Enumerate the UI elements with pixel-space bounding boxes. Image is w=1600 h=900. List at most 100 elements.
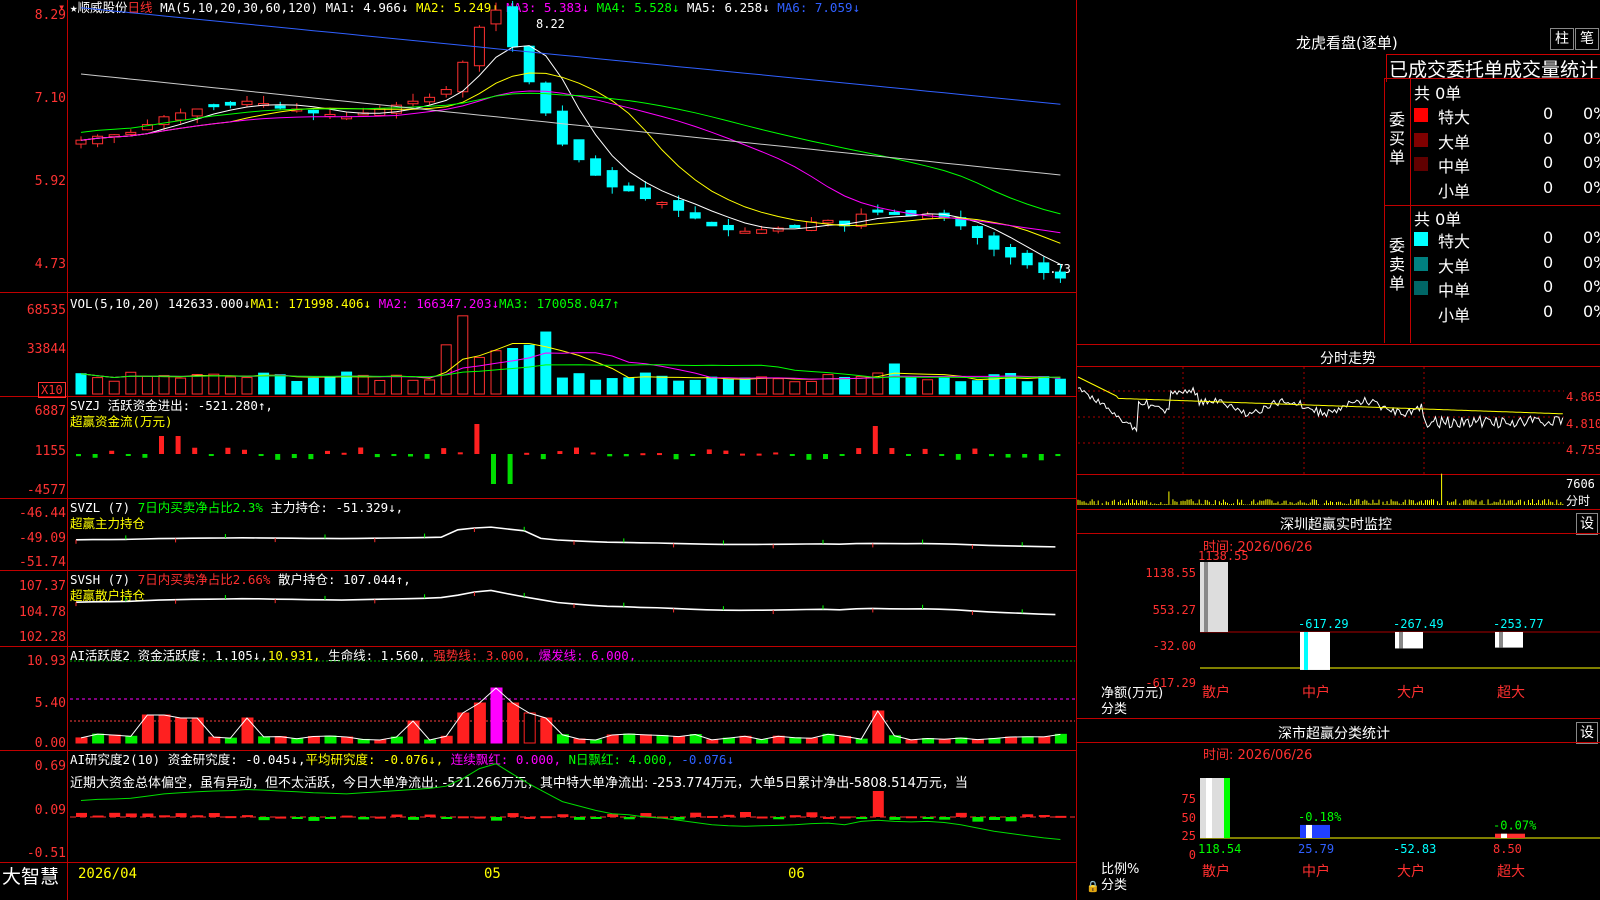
- monitor-bar-shade: [1399, 632, 1403, 649]
- candle: [1021, 252, 1033, 266]
- menu-icon[interactable]: ▾: [58, 0, 65, 14]
- monitor-settings-button[interactable]: 设: [1576, 513, 1598, 535]
- intraday-price-line: [1077, 386, 1564, 433]
- lock-icon[interactable]: 🔒: [1086, 880, 1100, 893]
- flow-bar: [972, 448, 978, 454]
- svzl-chart[interactable]: [70, 499, 1075, 569]
- volume-bar: [208, 373, 220, 395]
- ai-act-axis-3: 0.00: [34, 736, 66, 751]
- monitor-bar-label: -253.77: [1493, 617, 1544, 631]
- order-color-swatch: [1414, 108, 1428, 122]
- flow-bar: [474, 424, 480, 454]
- classify-bar: [1495, 833, 1525, 838]
- activity-bar: [75, 737, 88, 744]
- research-bar: [590, 817, 602, 819]
- research-bar: [308, 817, 320, 821]
- volume-bar: [507, 348, 519, 395]
- buy-total: 共 0单: [1414, 84, 1462, 103]
- flow-bar: [856, 448, 862, 454]
- volume-bar: [1054, 378, 1066, 395]
- monitor-bar-shade: [1304, 632, 1308, 670]
- ai-res-axis-3: -0.51: [26, 846, 66, 861]
- ai-activity-chart[interactable]: [70, 647, 1075, 749]
- flow-bar: [922, 448, 928, 454]
- intraday-title: 分时走势: [1320, 351, 1376, 367]
- research-bar: [756, 816, 768, 819]
- intraday-vol-unit: 分时: [1566, 494, 1591, 508]
- research-line: [80, 763, 1061, 840]
- price-axis-4: 4.73: [34, 257, 66, 272]
- activity-bar: [473, 702, 486, 744]
- monitor-bar-shade: [1204, 562, 1208, 632]
- bar-view-button[interactable]: 柱: [1550, 28, 1574, 50]
- volume-bar: [922, 379, 934, 395]
- classify-pct-label: -0.07%: [1493, 819, 1537, 833]
- order-color-swatch: [1414, 181, 1428, 196]
- ai-res-axis-1: 0.69: [34, 759, 66, 774]
- monitor-bar-shade: [1499, 632, 1503, 648]
- volume-bar: [523, 344, 535, 395]
- candle: [424, 96, 436, 103]
- ma-line: [80, 72, 1061, 244]
- order-count: 0: [1543, 228, 1554, 247]
- order-name: 特大: [1438, 232, 1471, 251]
- tick-view-button[interactable]: 笔: [1575, 28, 1599, 50]
- classify-category: 大户: [1397, 863, 1425, 880]
- activity-bar: [92, 733, 105, 744]
- research-bar: [989, 817, 1000, 820]
- research-bar: [208, 813, 220, 817]
- svzj-axis-3: -4577: [26, 483, 66, 498]
- ai-act-axis-2: 5.40: [34, 696, 66, 711]
- order-name: 小单: [1438, 305, 1471, 325]
- svzj-chart[interactable]: [70, 397, 1075, 497]
- volume-bar: [789, 381, 801, 395]
- order-name: 特大: [1438, 108, 1471, 127]
- volume-bar: [75, 373, 87, 395]
- activity-bar: [1005, 736, 1018, 744]
- classify-xlabel: 分类: [1101, 878, 1128, 893]
- volume-chart[interactable]: [70, 297, 1075, 395]
- ai-research-chart[interactable]: [70, 751, 1075, 861]
- volume-bar: [706, 376, 718, 395]
- flow-bar: [640, 453, 646, 456]
- classify-axis-4: 0: [1188, 848, 1196, 862]
- intraday-chart[interactable]: [1077, 367, 1564, 507]
- svzj-axis-1: 6887: [34, 404, 66, 419]
- candle: [789, 224, 801, 228]
- volume-bar: [473, 356, 485, 395]
- classify-axis-1: 75: [1181, 792, 1196, 806]
- candle: [92, 135, 104, 145]
- brand-label: 大智慧: [2, 866, 60, 888]
- order-name: 大单: [1438, 132, 1471, 152]
- order-color-swatch: [1414, 281, 1428, 295]
- volume-bar: [623, 377, 635, 395]
- volume-bar: [805, 380, 817, 395]
- classify-bar-chart[interactable]: 118.54 散户 -0.18% 25.79 中户 -52.83 大户 -0.07% 8.50 超…: [1198, 760, 1600, 900]
- intraday-axis-1: 4.865: [1566, 390, 1600, 404]
- activity-bar: [706, 739, 719, 744]
- classify-bar-shade: [1206, 778, 1212, 838]
- volume-bar: [590, 379, 602, 395]
- volume-bar: [374, 379, 386, 395]
- monitor-axis-3: -32.00: [1152, 639, 1196, 653]
- research-bar: [922, 817, 934, 820]
- activity-line: [80, 687, 1061, 741]
- price-axis-3: 5.92: [34, 174, 66, 189]
- monitor-bar-chart[interactable]: 1138.55 散户 -617.29 中户 -267.49 大户 -253.77 超大: [1198, 548, 1600, 718]
- research-bar: [723, 814, 735, 817]
- activity-bar: [307, 735, 320, 744]
- candlestick-chart[interactable]: [70, 0, 1075, 292]
- flow-bar: [341, 452, 347, 455]
- monitor-bar-label: 1138.55: [1198, 549, 1249, 563]
- flow-bar: [291, 454, 297, 459]
- candle: [888, 211, 900, 215]
- svsh-chart[interactable]: [70, 571, 1075, 645]
- vol-unit: X10: [38, 382, 66, 398]
- date-label-3: 06: [788, 866, 805, 882]
- classify-axis-2: 50: [1181, 811, 1196, 825]
- svzl-axis-3: -51.74: [19, 555, 66, 570]
- flow-bar: [657, 453, 662, 456]
- classify-settings-button[interactable]: 设: [1576, 722, 1598, 744]
- candle: [606, 170, 618, 188]
- activity-bar: [490, 687, 503, 744]
